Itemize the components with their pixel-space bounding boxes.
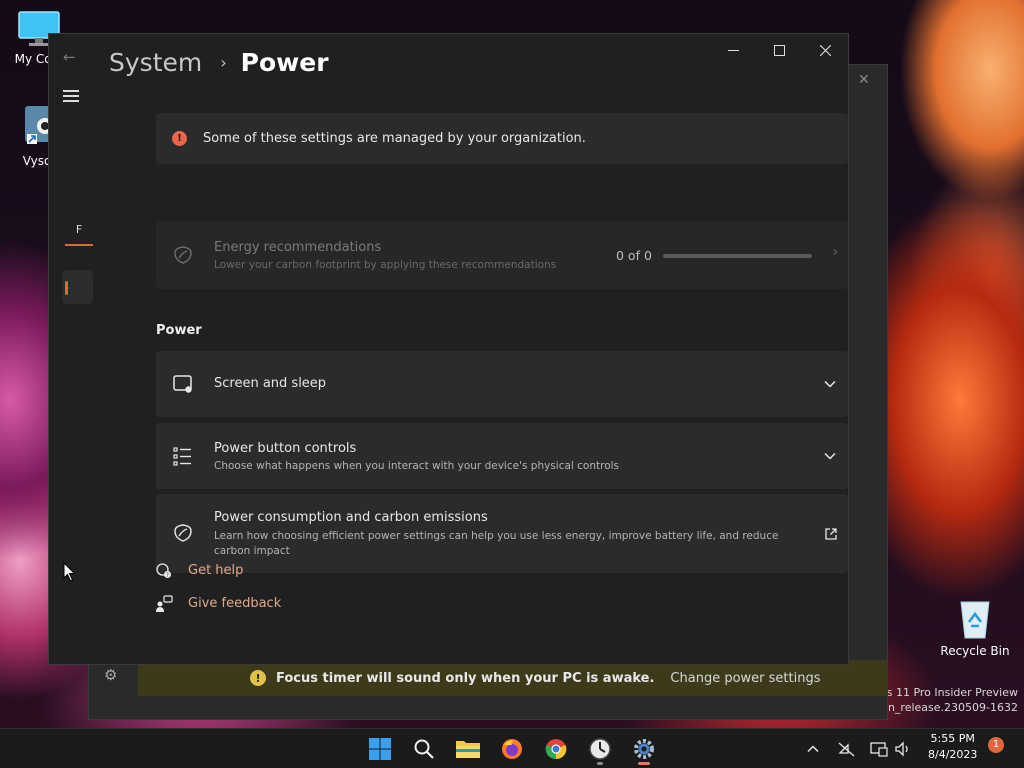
- clock-time: 5:55 PM: [930, 732, 975, 745]
- chevron-down-icon: [824, 452, 836, 460]
- desktop-icon-label: Recycle Bin: [940, 644, 1010, 658]
- settings-gear-icon: [634, 739, 654, 759]
- minimize-button[interactable]: [710, 34, 756, 66]
- energy-recommendations-count: 0 of 0: [616, 248, 652, 263]
- screen-and-sleep-row[interactable]: Screen and sleep: [156, 351, 848, 417]
- clock-date: 8/4/2023: [928, 748, 978, 761]
- minimize-icon: [727, 49, 739, 51]
- chrome-icon: [545, 739, 567, 760]
- mouse-cursor-icon: [63, 562, 76, 582]
- focus-timer-message: Focus timer will sound only when your PC…: [276, 670, 655, 686]
- org-managed-notice: ! Some of these settings are managed by …: [156, 113, 848, 164]
- energy-recommendations-card[interactable]: Energy recommendations Lower your carbon…: [156, 221, 848, 289]
- leaf-shield-icon: [174, 246, 192, 264]
- back-arrow-icon[interactable]: ←: [63, 48, 76, 66]
- power-button-controls-subtitle: Choose what happens when you interact wi…: [214, 460, 620, 472]
- taskbar: 5:55 PM 8/4/2023 1: [0, 728, 1024, 768]
- window-caption-buttons: [710, 34, 848, 66]
- taskbar-clock[interactable]: 5:55 PM 8/4/2023: [928, 731, 977, 763]
- no-network-icon: [838, 742, 855, 757]
- chevron-right-icon: ›: [220, 53, 227, 72]
- help-chat-icon: ?: [156, 562, 171, 578]
- taskbar-clock-app[interactable]: [584, 733, 616, 765]
- info-icon: !: [172, 131, 187, 146]
- nav-item-f[interactable]: F: [65, 216, 93, 246]
- firefox-icon: [502, 739, 522, 759]
- taskbar-chrome[interactable]: [540, 733, 572, 765]
- screen-sleep-icon: [173, 375, 192, 393]
- list-settings-icon: [173, 447, 191, 466]
- maximize-icon: [773, 44, 785, 56]
- folder-icon: [456, 741, 480, 758]
- hamburger-menu-icon[interactable]: [63, 90, 79, 105]
- settings-window: ← F System › Power ! Some of these setti…: [48, 33, 849, 665]
- network-status-button[interactable]: [838, 729, 856, 768]
- give-feedback-link[interactable]: Give feedback: [155, 587, 281, 620]
- feedback-icon: [156, 594, 173, 612]
- power-button-controls-row[interactable]: Power button controls Choose what happen…: [156, 423, 848, 489]
- get-help-label: Get help: [188, 563, 244, 578]
- speaker-icon: [895, 741, 908, 757]
- taskbar-settings[interactable]: [628, 733, 660, 765]
- warning-icon: !: [250, 670, 266, 686]
- desktop-icon-recycle-bin[interactable]: Recycle Bin: [940, 596, 1010, 658]
- get-help-link[interactable]: ? Get help: [155, 554, 281, 587]
- energy-progress-bar: [663, 254, 812, 258]
- power-button-controls-title: Power button controls: [214, 441, 357, 456]
- search-icon: [414, 739, 434, 759]
- change-power-settings-link[interactable]: Change power settings: [670, 671, 820, 686]
- breadcrumb: System › Power: [109, 48, 329, 77]
- taskbar-firefox[interactable]: [496, 733, 528, 765]
- org-notice-text: Some of these settings are managed by yo…: [203, 131, 586, 146]
- volume-button[interactable]: [894, 729, 912, 768]
- show-hidden-icons-button[interactable]: [806, 729, 820, 768]
- focus-timer-infobar: ! Focus timer will sound only when your …: [138, 660, 888, 696]
- clock-icon: [589, 738, 611, 760]
- close-button[interactable]: [802, 34, 848, 66]
- desktop-icon-label: Vyso: [22, 154, 52, 168]
- display-button[interactable]: [870, 729, 888, 768]
- taskbar-start-button[interactable]: [364, 733, 396, 765]
- chevron-down-icon: [824, 380, 836, 388]
- taskbar-file-explorer[interactable]: [452, 733, 484, 765]
- breadcrumb-system[interactable]: System: [109, 48, 202, 77]
- taskbar-search-button[interactable]: [408, 733, 440, 765]
- leaf-shield-icon: [174, 524, 192, 542]
- recycle-bin-icon: [960, 601, 990, 639]
- power-consumption-subtitle: Learn how choosing efficient power setti…: [214, 530, 779, 557]
- help-links: ? Get help Give feedback: [155, 554, 281, 620]
- monitor-outline-icon: [870, 742, 888, 757]
- section-title-power: Power: [156, 323, 202, 338]
- notification-badge[interactable]: 1: [988, 737, 1004, 753]
- energy-recommendations-title: Energy recommendations: [214, 240, 382, 255]
- energy-recommendations-subtitle: Lower your carbon footprint by applying …: [214, 259, 557, 271]
- windows-watermark-line1: ws 11 Pro Insider Preview: [877, 686, 1018, 699]
- maximize-button[interactable]: [756, 34, 802, 66]
- chevron-right-icon: ›: [832, 245, 838, 260]
- windows-logo-icon: [369, 738, 391, 760]
- give-feedback-label: Give feedback: [188, 596, 282, 611]
- chevron-up-icon: [807, 745, 819, 753]
- power-consumption-title: Power consumption and carbon emissions: [214, 510, 488, 525]
- external-link-icon: [825, 528, 837, 540]
- gear-icon[interactable]: ⚙: [104, 666, 117, 684]
- nav-item-selected[interactable]: [62, 270, 93, 304]
- dialog-close-icon[interactable]: ✕: [858, 72, 870, 88]
- close-icon: [819, 44, 831, 56]
- page-title: Power: [240, 48, 329, 77]
- screen-and-sleep-title: Screen and sleep: [214, 376, 327, 391]
- svg-text:?: ?: [166, 572, 169, 578]
